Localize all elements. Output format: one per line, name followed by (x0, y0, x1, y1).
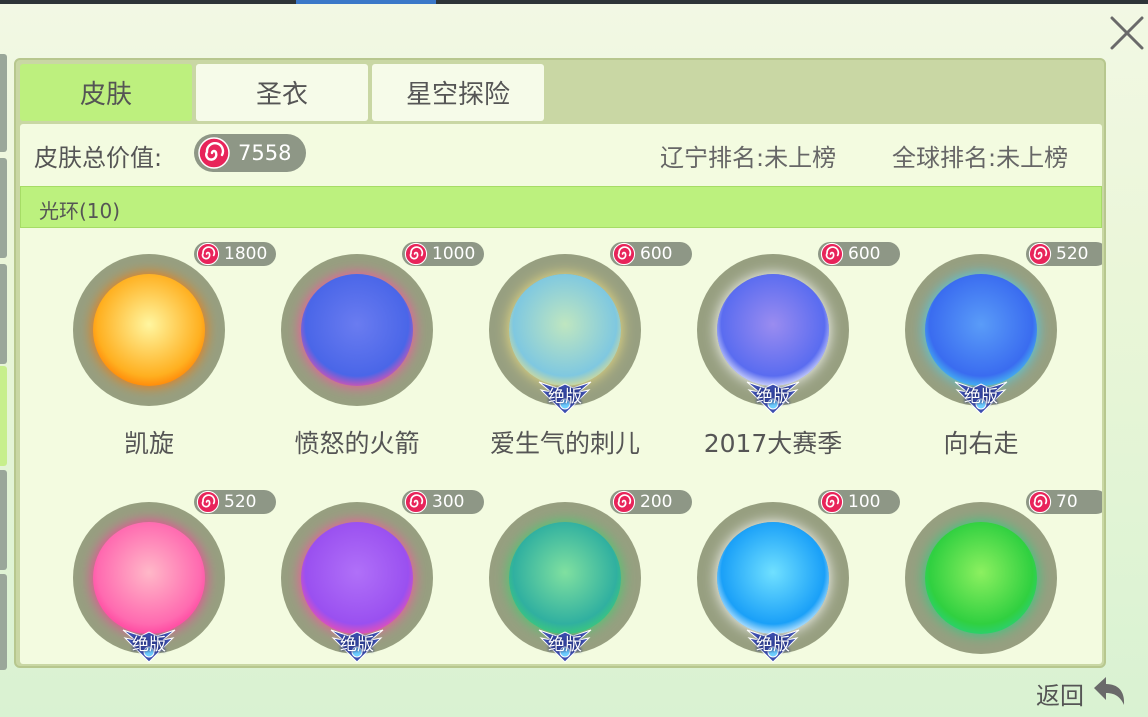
halo-item[interactable]: 600 绝版 2017大赛季 (668, 238, 900, 486)
halo-item[interactable]: 520 绝版 (44, 486, 276, 664)
total-value-label: 皮肤总价值: (34, 144, 163, 172)
tab-content: 皮肤总价值: 7558 辽宁排名:未上榜 全球排名:未上榜 光环(10) 180… (20, 124, 1102, 664)
candy-swirl-icon (1028, 490, 1052, 514)
limited-edition-badge: 绝版 (327, 628, 387, 664)
item-name: 2017大赛季 (703, 429, 843, 458)
candy-swirl-icon (404, 242, 428, 266)
halo-item[interactable]: 100 绝版 (668, 486, 900, 664)
halo-preview (717, 522, 829, 634)
halo-preview (93, 274, 205, 386)
candy-swirl-icon (612, 490, 636, 514)
item-price: 520 (1056, 244, 1089, 264)
badge-label: 绝版 (756, 635, 790, 655)
side-tab[interactable] (0, 158, 7, 258)
halo-item[interactable]: 520 绝版向右走 (876, 238, 1102, 486)
item-price-badge: 520 (1026, 242, 1102, 266)
close-icon (1110, 16, 1144, 50)
total-value-badge: 7558 (194, 134, 306, 172)
candy-swirl-icon (820, 490, 844, 514)
global-rank: 全球排名:未上榜 (892, 144, 1069, 172)
side-tab[interactable] (0, 264, 7, 364)
item-grid: 1800 凯旋 1000 愤怒的火箭 600 绝版 爱生气的刺儿 600 绝版 2017大赛季 52… (20, 232, 1102, 664)
item-price: 70 (1056, 492, 1078, 512)
limited-edition-badge: 绝版 (535, 380, 595, 416)
limited-edition-badge: 绝版 (743, 628, 803, 664)
halo-item[interactable]: 70 (876, 486, 1102, 664)
back-label: 返回 (1036, 682, 1084, 710)
candy-swirl-icon (612, 242, 636, 266)
halo-preview (301, 522, 413, 634)
side-tab-active[interactable] (0, 366, 7, 466)
halo-item[interactable]: 600 绝版 爱生气的刺儿 (460, 238, 692, 486)
value-summary: 皮肤总价值: 7558 辽宁排名:未上榜 全球排名:未上榜 (20, 124, 1102, 184)
badge-label: 绝版 (548, 635, 582, 655)
back-arrow-icon (1094, 677, 1125, 705)
category-label: 光环(10) (39, 199, 121, 223)
halo-item[interactable]: 1000 愤怒的火箭 (252, 238, 484, 486)
local-rank: 辽宁排名:未上榜 (660, 144, 837, 172)
tab-armor[interactable]: 圣衣 (196, 64, 368, 121)
candy-swirl-icon (198, 137, 230, 169)
halo-preview (93, 522, 205, 634)
category-header-halo[interactable]: 光环(10) (20, 186, 1102, 228)
total-value-amount: 7558 (238, 141, 292, 165)
halo-item[interactable]: 1800 凯旋 (44, 238, 276, 486)
side-tab[interactable] (0, 574, 7, 670)
close-button[interactable] (1104, 8, 1148, 56)
halo-preview (509, 522, 621, 634)
badge-label: 绝版 (340, 635, 374, 655)
candy-swirl-icon (1028, 242, 1052, 266)
candy-swirl-icon (820, 242, 844, 266)
back-button[interactable]: 返回 (1036, 674, 1132, 710)
top-bar-indicator (296, 0, 436, 4)
limited-edition-badge: 绝版 (119, 628, 179, 664)
side-tab-strip (0, 54, 8, 674)
collection-panel: 皮肤 圣衣 星空探险 皮肤总价值: 7558 辽宁排名:未上榜 全球排名:未上榜… (14, 58, 1106, 668)
badge-label: 绝版 (132, 635, 166, 655)
limited-edition-badge: 绝版 (951, 380, 1011, 416)
badge-label: 绝版 (964, 387, 998, 407)
halo-preview (925, 522, 1037, 634)
tab-skin[interactable]: 皮肤 (20, 64, 192, 121)
halo-preview (509, 274, 621, 386)
halo-item[interactable]: 300 绝版 (252, 486, 484, 664)
side-tab[interactable] (0, 470, 7, 570)
item-name: 爱生气的刺儿 (489, 429, 640, 458)
item-name: 凯旋 (123, 429, 174, 458)
halo-item[interactable]: 200 绝版 (460, 486, 692, 664)
candy-swirl-icon (196, 490, 220, 514)
badge-label: 绝版 (548, 387, 582, 407)
candy-swirl-icon (196, 242, 220, 266)
top-bar (0, 0, 1148, 4)
tab-star-exploration[interactable]: 星空探险 (372, 64, 544, 121)
side-tab[interactable] (0, 54, 7, 152)
limited-edition-badge: 绝版 (535, 628, 595, 664)
limited-edition-badge: 绝版 (743, 380, 803, 416)
item-name: 愤怒的火箭 (294, 429, 420, 458)
halo-preview (301, 274, 413, 386)
badge-label: 绝版 (756, 387, 790, 407)
item-price-badge: 70 (1026, 490, 1102, 514)
halo-preview (717, 274, 829, 386)
halo-preview (925, 274, 1037, 386)
candy-swirl-icon (404, 490, 428, 514)
item-name: 向右走 (943, 429, 1019, 458)
